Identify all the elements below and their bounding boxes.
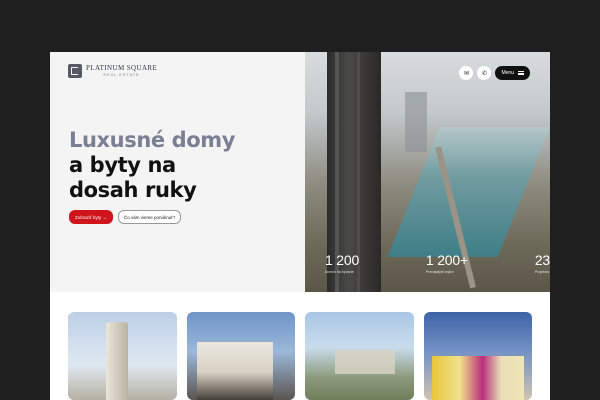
hero-headline: Luxusné domy a byty na dosah ruky (69, 128, 235, 203)
logo-text: PLATINUM SQUARE REAL ESTATE (86, 63, 158, 78)
skyline-shape (405, 92, 427, 152)
project-card-townhouses[interactable] (423, 312, 532, 400)
stat-value: 1 200+ (425, 252, 468, 268)
mail-icon[interactable]: ✉ (459, 66, 474, 80)
stat-label: Projektov (534, 270, 550, 274)
headline-line-3: dosah ruky (69, 178, 197, 202)
hero-left-panel: PLATINUM SQUARE REAL ESTATE Luxusné domy… (50, 52, 305, 292)
brand-tagline: REAL ESTATE (103, 72, 140, 77)
hero-aerial-image: ✉ ✆ Menu 1 200 Domov na bývanie 1 200+ P… (305, 52, 550, 292)
phone-icon[interactable]: ✆ (477, 66, 492, 80)
device-frame: PLATINUM SQUARE REAL ESTATE Luxusné domy… (0, 0, 600, 400)
hamburger-icon (518, 71, 524, 75)
stat-value: 1 200 (325, 252, 360, 268)
project-card-villa[interactable] (186, 312, 295, 400)
brand-logo[interactable]: PLATINUM SQUARE REAL ESTATE (68, 64, 157, 78)
browser-viewport: PLATINUM SQUARE REAL ESTATE Luxusné domy… (50, 52, 550, 400)
project-cards (68, 312, 532, 400)
headline-line-2: a byty na (69, 153, 176, 177)
menu-label: Menu (501, 70, 514, 76)
brand-name: PLATINUM SQUARE (86, 63, 158, 72)
stat-label: Prenajatých bytov (425, 270, 454, 274)
stat-value: 23 (534, 252, 550, 268)
stat-item: 1 200+ Prenajatých bytov (426, 252, 468, 274)
header-actions: ✉ ✆ Menu (459, 66, 530, 80)
hero-buttons: Zobraziť byty → Čo vám vieme ponúknuť? (69, 210, 182, 224)
what-we-offer-button[interactable]: Čo vám vieme ponúknuť? (117, 210, 182, 224)
stats-row: 1 200 Domov na bývanie 1 200+ Prenajatýc… (325, 252, 550, 274)
stat-label: Domov na bývanie (325, 270, 354, 274)
menu-button[interactable]: Menu (495, 66, 530, 80)
project-card-tower[interactable] (68, 312, 177, 400)
project-card-community[interactable] (305, 312, 414, 400)
stat-item: 1 200 Domov na bývanie (325, 252, 359, 274)
headline-line-1: Luxusné domy (69, 128, 236, 152)
show-apartments-button[interactable]: Zobraziť byty → (69, 210, 113, 224)
logo-mark-icon (68, 64, 82, 78)
hero-section: PLATINUM SQUARE REAL ESTATE Luxusné domy… (50, 52, 550, 292)
stat-item: 23 Projektov (535, 252, 550, 274)
